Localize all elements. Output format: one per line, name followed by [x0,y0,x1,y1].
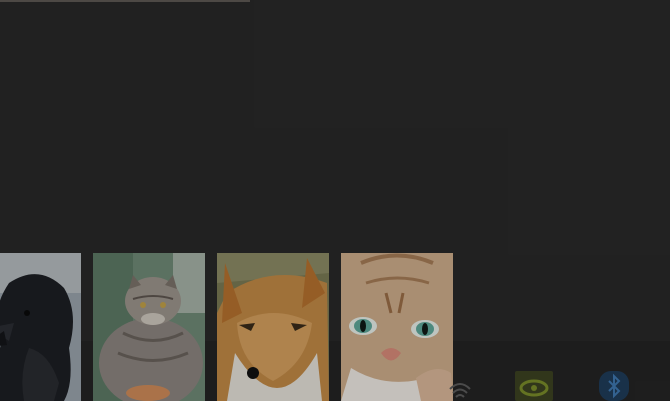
fox-photo [217,253,329,401]
thumbnail-raven[interactable] [0,253,81,401]
thumbnail-pallas-cat[interactable] [93,253,205,401]
cat-photo [341,253,453,401]
bluetooth-icon[interactable] [599,371,629,401]
thumbnail-cat[interactable] [341,253,453,401]
raven-photo [0,253,81,401]
thumbnail-fox[interactable] [217,253,329,401]
pallas-cat-photo [93,253,205,401]
wifi-icon[interactable] [448,373,472,399]
loading-progress-bar [0,0,250,2]
nvidia-icon[interactable] [515,371,553,401]
